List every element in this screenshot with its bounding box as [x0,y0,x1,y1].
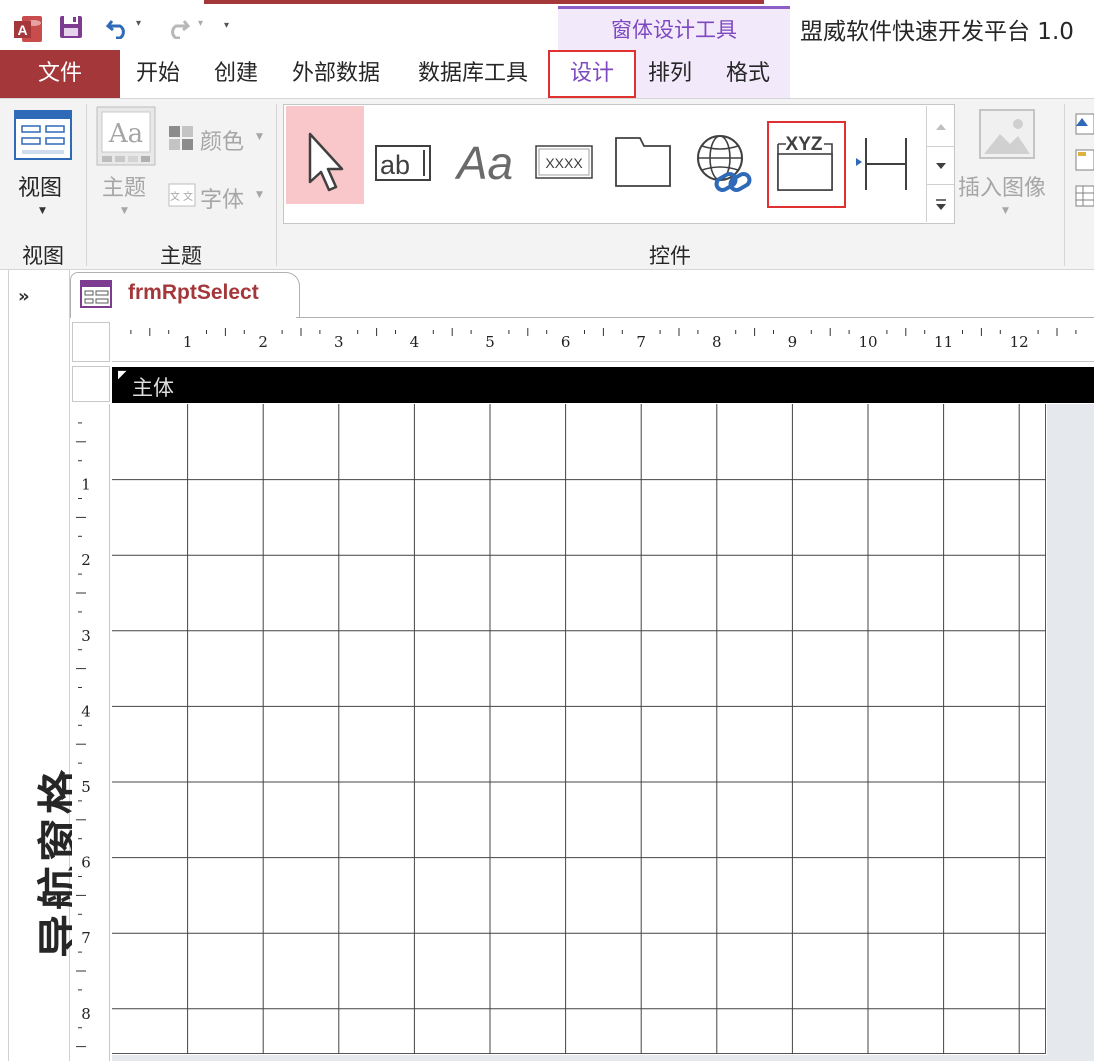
colors-button[interactable]: 颜色 [200,124,244,156]
ribbon-separator [276,104,277,266]
label-control-button[interactable]: Aa [452,135,518,189]
textbox-control-button[interactable]: ab [374,138,434,186]
tab-arrange[interactable]: 排列 [648,50,692,98]
navigation-control-button[interactable]: XYZ [774,130,836,196]
context-group-label: 窗体设计工具 [611,18,737,42]
fonts-button[interactable]: 字体 [200,182,244,214]
ruler-label: 7 [81,929,91,947]
ruler-label: 1 [183,333,193,351]
image-icon [978,108,1036,162]
ruler-label: 6 [81,854,91,872]
group-label-theme: 主题 [160,244,202,268]
group-label-view: 视图 [22,244,64,268]
access-app-icon[interactable]: A [12,14,44,44]
customize-qat-icon[interactable]: ▾ [224,20,229,31]
ribbon-separator [1064,104,1065,266]
more-ribbon-icons[interactable] [1072,106,1094,216]
svg-text:文: 文 [170,190,180,203]
ruler-corner[interactable] [72,322,110,362]
ruler-label: 8 [81,1005,91,1023]
theme-dropdown-icon[interactable]: ▼ [121,206,128,216]
view-button[interactable]: 视图 [18,170,62,202]
theme-button[interactable]: 主题 [102,170,146,202]
ruler-label: 2 [81,551,91,569]
svg-text:A: A [17,22,27,38]
save-icon[interactable] [58,14,84,40]
textbox-control-text: ab [380,150,410,180]
form-background-bottom [112,1055,1094,1061]
tab-database-tools[interactable]: 数据库工具 [418,50,528,98]
theme-icon: Aa [96,106,156,168]
vertical-ruler[interactable]: 1 2 3 4 5 6 7 8 [72,404,110,1061]
svg-text:Aa: Aa [108,119,143,149]
ruler-label: 4 [81,702,91,720]
form-grid-lines [112,404,1046,1054]
view-icon[interactable] [14,110,72,160]
ribbon-separator [86,104,87,266]
ruler-label: 6 [561,333,571,351]
group-label-controls: 控件 [649,244,691,268]
font-icon: 文 文 [168,182,196,208]
button-control-button[interactable]: XXXX [534,142,594,182]
ruler-label: 3 [81,627,91,645]
fonts-dropdown-icon[interactable]: ▼ [256,190,263,200]
hyperlink-control-button[interactable] [692,132,754,198]
ruler-label: 11 [934,333,953,351]
svg-text:文: 文 [183,190,193,203]
tab-create[interactable]: 创建 [214,50,258,98]
ruler-label: 3 [334,333,344,351]
tab-strip-line [296,317,1094,318]
view-dropdown-icon[interactable]: ▼ [39,206,46,216]
ruler-label: 10 [858,333,877,351]
label-control-text: Aa [454,137,513,187]
window-title: 盟威软件快速开发平台 1.0 [800,19,1074,45]
ruler-label: 12 [1010,333,1029,351]
ruler-label: 4 [410,333,420,351]
section-header-label: 主体 [132,376,174,400]
tab-format[interactable]: 格式 [726,50,770,98]
ruler-label: 5 [485,333,495,351]
ruler-label: 7 [636,333,646,351]
horizontal-ruler[interactable]: 1 2 3 4 5 6 7 8 9 10 11 12 [112,322,1094,362]
button-control-text: XXXX [545,155,583,171]
pointer-icon[interactable] [300,130,350,194]
undo-icon[interactable] [104,15,132,40]
section-header-detail[interactable] [112,367,1094,403]
section-arrow-icon: ◤ [118,368,127,381]
redo-dropdown-icon[interactable]: ▾ [198,18,203,29]
tab-home[interactable]: 开始 [136,50,180,98]
form-icon [80,280,112,308]
colors-dropdown-icon[interactable]: ▼ [256,132,263,142]
redo-icon[interactable] [164,15,192,40]
tab-external-data[interactable]: 外部数据 [292,50,380,98]
chevron-double-right-icon[interactable]: » [18,286,30,307]
navigation-control-text: XYZ [786,134,823,155]
ruler-label: 5 [81,778,91,796]
document-tab-label: frmRptSelect [128,281,259,304]
insert-image-dropdown-icon[interactable]: ▼ [1002,206,1009,216]
page-break-control-button[interactable] [852,134,914,194]
gallery-scroll-down-icon[interactable] [926,146,954,184]
tab-file[interactable]: 文件 [0,50,120,98]
gallery-scroll-up-icon[interactable] [926,106,954,146]
ruler-label: 2 [258,333,268,351]
form-background [1047,404,1094,1061]
title-accent-strip [204,0,764,4]
insert-image-button[interactable]: 插入图像 [958,170,1046,202]
tab-design[interactable]: 设计 [548,50,636,98]
gallery-expand-icon[interactable] [926,184,954,222]
ruler-label: 9 [788,333,798,351]
undo-dropdown-icon[interactable]: ▾ [136,18,141,29]
palette-icon [168,125,194,151]
tab-control-button[interactable] [614,134,672,188]
section-selector[interactable] [72,366,110,402]
ruler-label: 1 [81,476,91,494]
ruler-label: 8 [712,333,722,351]
